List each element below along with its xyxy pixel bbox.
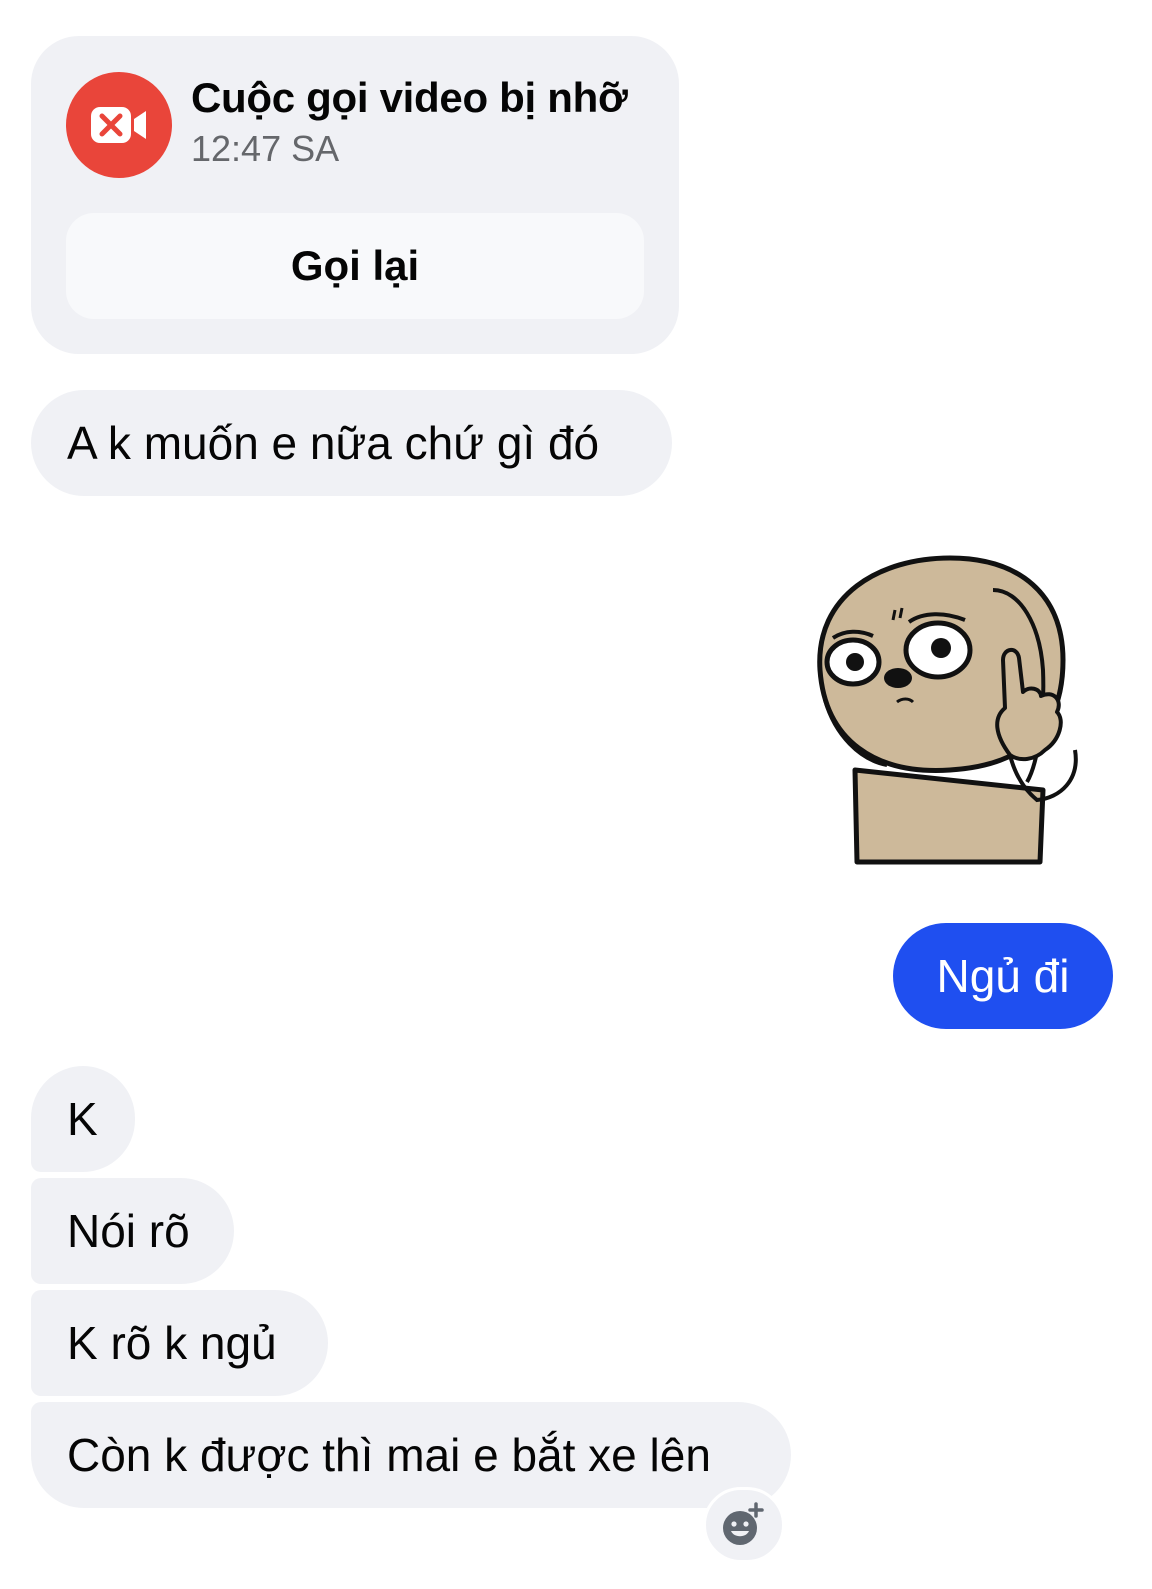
message-text: A k muốn e nữa chứ gì đó: [67, 417, 600, 469]
message-text: Còn k được thì mai e bắt xe lên: [67, 1429, 711, 1481]
add-reaction-icon: [723, 1502, 764, 1545]
missed-video-call-icon: [66, 72, 172, 178]
sticker-character-icon: [817, 555, 1078, 865]
message-text: K rõ k ngủ: [67, 1317, 277, 1369]
message-bubble-received[interactable]: K rõ k ngủ: [31, 1290, 328, 1396]
message-bubble-sent[interactable]: Ngủ đi: [893, 923, 1113, 1029]
call-title: Cuộc gọi video bị nhỡ: [191, 74, 628, 121]
sticker-message[interactable]: [805, 550, 1090, 870]
message-text: Ngủ đi: [936, 950, 1070, 1002]
call-back-button[interactable]: Gọi lại: [66, 213, 644, 319]
message-text: Nói rõ: [67, 1205, 190, 1257]
message-bubble-received[interactable]: Còn k được thì mai e bắt xe lên: [31, 1402, 791, 1508]
call-time: 12:47 SA: [191, 128, 340, 169]
message-text: K: [67, 1093, 98, 1145]
add-reaction-button[interactable]: [703, 1487, 785, 1563]
video-camera-x-icon: [91, 107, 146, 143]
message-bubble-received[interactable]: A k muốn e nữa chứ gì đó: [31, 390, 672, 496]
missed-call-card: Cuộc gọi video bị nhỡ 12:47 SA Gọi lại: [31, 36, 679, 354]
message-bubble-received[interactable]: K: [31, 1066, 135, 1172]
message-bubble-received[interactable]: Nói rõ: [31, 1178, 234, 1284]
